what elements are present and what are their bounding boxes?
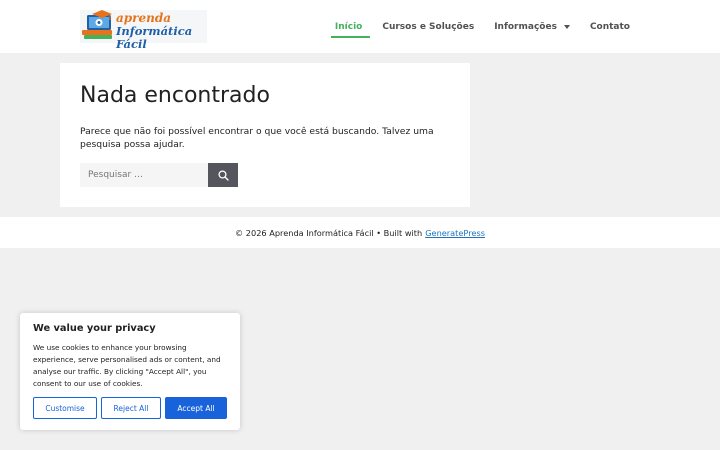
site-footer: © 2026 Aprenda Informática Fácil • Built… [0,217,720,248]
nav-item-informacoes[interactable]: Informações [484,0,580,53]
nav-item-label: Contato [589,21,630,32]
footer-generatepress-link[interactable]: GeneratePress [425,228,485,238]
main-navigation: Início Cursos e Soluções Informações Con… [325,0,640,53]
search-input[interactable] [80,163,208,187]
nav-item-label: Informações [494,21,557,32]
page-title: Nada encontrado [80,83,270,108]
nav-item-label: Cursos e Soluções [382,21,475,32]
cookie-button-group: Customise Reject All Accept All [33,397,227,419]
cookie-consent-banner: We value your privacy We use cookies to … [20,313,240,430]
search-button[interactable] [208,163,238,187]
logo-text: aprenda Informática Fácil [116,12,208,51]
site-logo[interactable]: aprenda Informática Fácil [80,10,207,51]
site-header: aprenda Informática Fácil Início Cursos … [0,0,720,53]
cookie-title: We value your privacy [33,323,156,334]
search-icon [217,169,229,181]
nav-item-label: Início [334,21,363,32]
footer-copyright: © 2026 Aprenda Informática Fácil • Built… [235,227,423,238]
nav-item-inicio[interactable]: Início [325,0,372,53]
dropdown-caret-icon [563,24,570,29]
logo-line-2: Informática Fácil [116,24,193,51]
nav-item-contato[interactable]: Contato [580,0,640,53]
customise-button[interactable]: Customise [33,397,97,419]
accept-all-button[interactable]: Accept All [165,397,227,419]
reject-all-button[interactable]: Reject All [101,397,161,419]
cookie-description: We use cookies to enhance your browsing … [33,343,221,388]
nav-item-cursos-e-solucoes[interactable]: Cursos e Soluções [372,0,484,53]
not-found-message: Parece que não foi possível encontrar o … [80,126,434,150]
search-form [80,163,238,187]
content-card: Nada encontrado Parece que não foi possí… [60,63,470,207]
